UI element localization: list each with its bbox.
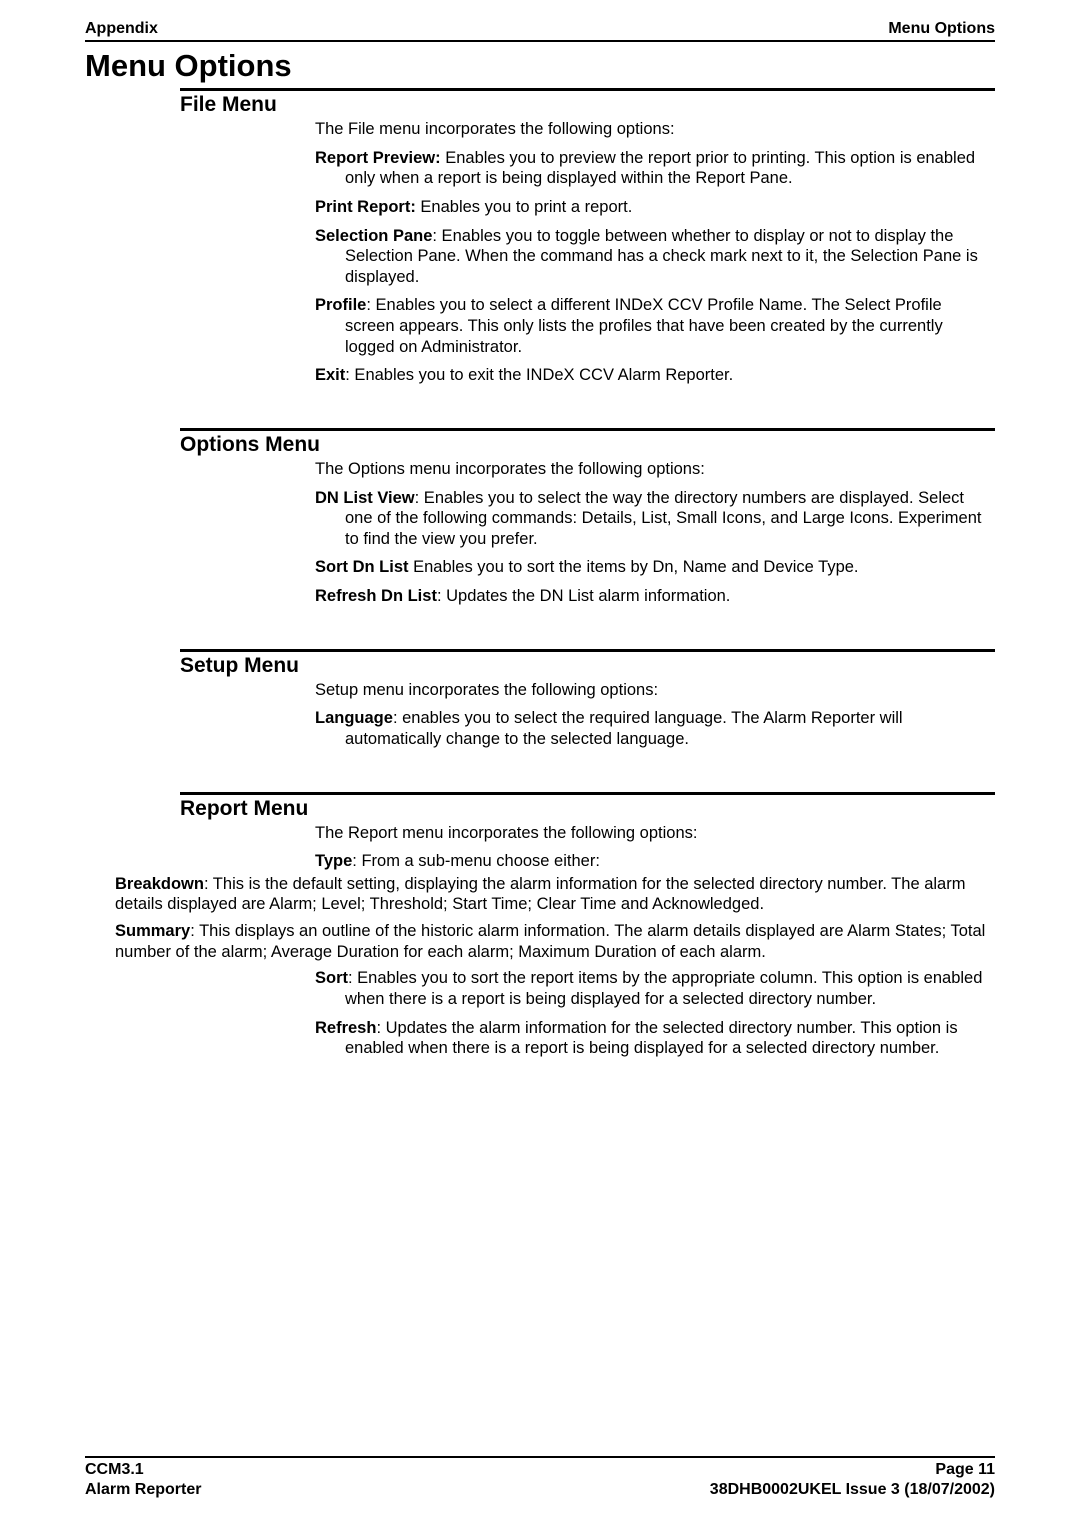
footer-left-1: CCM3.1 bbox=[85, 1460, 144, 1480]
section-setup-menu: Setup Menu Setup menu incorporates the f… bbox=[85, 649, 995, 750]
footer-right-2: 38DHB0002UKEL Issue 3 (18/07/2002) bbox=[710, 1480, 995, 1500]
section-title: File Menu bbox=[180, 93, 995, 117]
header-left: Appendix bbox=[85, 20, 158, 38]
menu-item: Refresh: Updates the alarm information f… bbox=[315, 1018, 995, 1059]
section-rule bbox=[180, 792, 995, 795]
menu-item: Profile: Enables you to select a differe… bbox=[315, 295, 995, 357]
footer-right-1: Page 11 bbox=[935, 1460, 995, 1480]
section-rule bbox=[180, 428, 995, 431]
footer-left-2: Alarm Reporter bbox=[85, 1480, 201, 1500]
section-file-menu: File Menu The File menu incorporates the… bbox=[85, 88, 995, 386]
page-title: Menu Options bbox=[85, 48, 995, 84]
section-report-menu: Report Menu The Report menu incorporates… bbox=[85, 792, 995, 1059]
menu-item: Language: enables you to select the requ… bbox=[315, 708, 995, 749]
menu-item: DN List View: Enables you to select the … bbox=[315, 488, 995, 550]
header-right: Menu Options bbox=[888, 20, 995, 38]
menu-item: Print Report: Enables you to print a rep… bbox=[315, 197, 995, 218]
section-intro: The Options menu incorporates the follow… bbox=[315, 459, 995, 480]
section-title: Report Menu bbox=[180, 797, 995, 821]
section-intro: The File menu incorporates the following… bbox=[315, 119, 995, 140]
section-intro: The Report menu incorporates the followi… bbox=[315, 823, 995, 844]
menu-item: Sort Dn List Enables you to sort the ite… bbox=[315, 557, 995, 578]
menu-item: Report Preview: Enables you to preview t… bbox=[315, 148, 995, 189]
menu-subitem: Breakdown: This is the default setting, … bbox=[115, 874, 995, 915]
section-title: Setup Menu bbox=[180, 654, 995, 678]
menu-item: Selection Pane: Enables you to toggle be… bbox=[315, 226, 995, 288]
footer-rule bbox=[85, 1456, 995, 1458]
menu-subitem: Summary: This displays an outline of the… bbox=[115, 921, 995, 962]
section-title: Options Menu bbox=[180, 433, 995, 457]
page-footer: CCM3.1 Page 11 Alarm Reporter 38DHB0002U… bbox=[85, 1456, 995, 1500]
section-rule bbox=[180, 88, 995, 91]
menu-item: Sort: Enables you to sort the report ite… bbox=[315, 968, 995, 1009]
menu-item: Refresh Dn List: Updates the DN List ala… bbox=[315, 586, 995, 607]
menu-item: Exit: Enables you to exit the INDeX CCV … bbox=[315, 365, 995, 386]
page-header: Appendix Menu Options bbox=[85, 20, 995, 42]
section-options-menu: Options Menu The Options menu incorporat… bbox=[85, 428, 995, 607]
section-rule bbox=[180, 649, 995, 652]
section-intro: Setup menu incorporates the following op… bbox=[315, 680, 995, 701]
menu-item: Type: From a sub-menu choose either: bbox=[315, 851, 995, 872]
